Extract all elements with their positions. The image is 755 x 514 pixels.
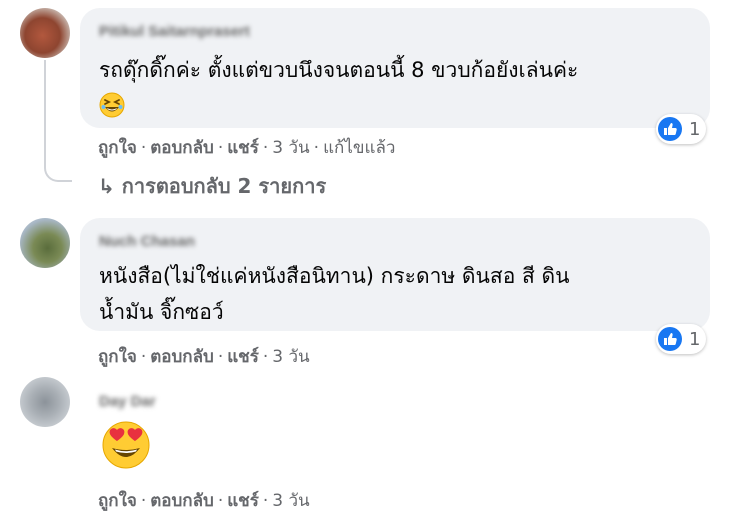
comment-author[interactable]: Pitikul Saitarnprasert bbox=[99, 23, 250, 40]
reaction-count: 1 bbox=[689, 118, 701, 140]
reply-link[interactable]: ตอบกลับ bbox=[150, 491, 214, 511]
like-link[interactable]: ถูกใจ bbox=[98, 491, 137, 511]
like-reaction-icon bbox=[658, 117, 682, 141]
heart-eyes-emoji-icon bbox=[101, 420, 151, 474]
reaction-count: 1 bbox=[689, 328, 701, 350]
comment-bubble: Nuch Chasan หนังสือ(ไม่ใช่แค่หนังสือนิทา… bbox=[80, 218, 710, 331]
comment-actions: ถูกใจ · ตอบกลับ · แชร์ · 3 วัน bbox=[98, 347, 310, 367]
reply-link[interactable]: ตอบกลับ bbox=[150, 138, 214, 158]
comment-text: รถดุ๊กดิ๊กค่ะ ตั้งแต่ขวบนึงจนตอนนี้ 8 ขว… bbox=[99, 58, 579, 82]
comment-text: หนังสือ(ไม่ใช่แค่หนังสือนิทาน) กระดาษ ดิ… bbox=[99, 264, 570, 288]
timestamp[interactable]: 3 วัน bbox=[272, 347, 309, 367]
reply-arrow-icon: ↳ bbox=[98, 174, 115, 198]
thread-line bbox=[44, 60, 72, 182]
share-link[interactable]: แชร์ bbox=[227, 138, 259, 158]
reaction-summary[interactable]: 1 bbox=[656, 324, 707, 354]
share-link[interactable]: แชร์ bbox=[227, 491, 259, 511]
reply-link[interactable]: ตอบกลับ bbox=[150, 347, 214, 367]
like-link[interactable]: ถูกใจ bbox=[98, 138, 137, 158]
avatar[interactable] bbox=[20, 8, 70, 58]
comment-actions: ถูกใจ · ตอบกลับ · แชร์ · 3 วัน · แก้ไขแล้ว bbox=[98, 138, 396, 158]
timestamp[interactable]: 3 วัน bbox=[272, 138, 309, 158]
comment-author[interactable]: Nuch Chasan bbox=[99, 233, 195, 250]
avatar[interactable] bbox=[20, 377, 70, 427]
comment-text: น้ำมัน จิ๊กซอว์ bbox=[99, 300, 224, 324]
reaction-summary[interactable]: 1 bbox=[656, 114, 707, 144]
replies-label: การตอบกลับ 2 รายการ bbox=[121, 174, 327, 198]
share-link[interactable]: แชร์ bbox=[227, 347, 259, 367]
avatar[interactable] bbox=[20, 218, 70, 268]
like-reaction-icon bbox=[658, 327, 682, 351]
timestamp[interactable]: 3 วัน bbox=[272, 491, 309, 511]
edited-label: แก้ไขแล้ว bbox=[323, 138, 396, 158]
view-replies-link[interactable]: ↳ การตอบกลับ 2 รายการ bbox=[98, 170, 326, 202]
comment-bubble: Pitikul Saitarnprasert รถดุ๊กดิ๊กค่ะ ตั้… bbox=[80, 8, 710, 128]
grinning-squinting-emoji-icon bbox=[99, 92, 125, 122]
comment-author[interactable]: Day Dar bbox=[99, 393, 156, 410]
like-link[interactable]: ถูกใจ bbox=[98, 347, 137, 367]
